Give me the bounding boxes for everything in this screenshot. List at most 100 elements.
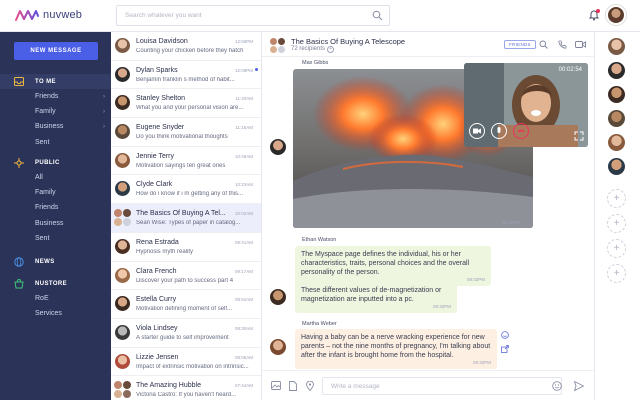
search-box — [116, 5, 390, 26]
contacts-rail: + + + + — [594, 32, 640, 400]
chat-title: The Basics Of Buying A Telescope — [291, 37, 406, 46]
avatar — [115, 181, 130, 197]
contact-avatar[interactable] — [608, 134, 625, 151]
chevron-right-icon: › — [103, 123, 105, 130]
location-pin-icon[interactable] — [306, 381, 314, 391]
avatar — [270, 139, 286, 155]
list-item[interactable]: Rena Estrada Hypnosis myth reality 09:41AM — [111, 233, 261, 262]
message-composer — [262, 370, 594, 400]
message-bubble[interactable]: The Myspace page defines the individual,… — [295, 246, 491, 286]
end-call-button[interactable] — [513, 123, 529, 139]
sidebar-item-business[interactable]: Business › — [0, 119, 111, 134]
sidebar-item-sent-public[interactable]: Sent — [0, 231, 111, 246]
contact-avatar[interactable] — [608, 158, 625, 175]
section-news: NEWS — [0, 254, 111, 269]
message-sender: Ethan Watson — [302, 237, 337, 243]
brand-name: nuvweb — [43, 9, 83, 21]
phone-icon[interactable] — [558, 40, 567, 49]
list-item[interactable]: Clara French Discover your path to succes… — [111, 262, 261, 291]
add-contact-button[interactable]: + — [607, 264, 626, 283]
list-item[interactable]: Louisa Davidson Counting your chicken bef… — [111, 32, 261, 61]
call-duration: 00:02:54 — [558, 67, 582, 73]
avatar — [115, 324, 130, 340]
search-icon[interactable] — [372, 10, 383, 21]
send-icon[interactable] — [574, 381, 584, 391]
sidebar-item-friends[interactable]: Friends › — [0, 89, 111, 104]
group-avatars — [270, 38, 288, 54]
video-call-icon[interactable] — [575, 40, 586, 49]
file-attach-icon[interactable] — [289, 381, 297, 391]
contact-avatar[interactable] — [608, 86, 625, 103]
conversation-list: Louisa Davidson Counting your chicken bef… — [111, 32, 262, 400]
list-item[interactable]: Lizzie Jensen Impact of extrinsic motivat… — [111, 348, 261, 377]
emoji-icon[interactable] — [552, 381, 562, 391]
message-input[interactable] — [322, 377, 562, 395]
section-public: PUBLIC All Family Friends Business Sent — [0, 155, 111, 246]
message-sender: Martha Weber — [302, 321, 337, 327]
add-recipient-icon[interactable]: + — [327, 46, 335, 53]
image-attach-icon[interactable] — [271, 381, 281, 390]
sidebar-item-friends-public[interactable]: Friends — [0, 200, 111, 215]
list-item[interactable]: Eugene Snyder Do you think motivational t… — [111, 118, 261, 147]
hangup-icon — [517, 129, 525, 133]
contact-avatar[interactable] — [608, 38, 625, 55]
sidebar-heading-news[interactable]: NEWS — [0, 254, 111, 269]
section-to-me: TO ME Friends › Family › Business › Sent — [0, 74, 111, 150]
avatar — [115, 296, 130, 312]
list-item[interactable]: The Amazing Hubble Victoria Castro: If yo… — [111, 376, 261, 400]
message-bubble[interactable]: Having a baby can be a nerve wracking ex… — [295, 329, 497, 369]
user-avatar[interactable] — [606, 5, 626, 25]
sidebar-heading-nustore[interactable]: NUSTORE — [0, 276, 111, 291]
chat-header: The Basics Of Buying A Telescope 72 reci… — [262, 32, 594, 57]
message-bubble[interactable]: These different values of de-magnetizati… — [295, 282, 457, 313]
list-item[interactable]: Dylan Sparks Benjamin franklin s method o… — [111, 61, 261, 90]
sidebar-item-roe[interactable]: RoE — [0, 291, 111, 306]
search-input[interactable] — [117, 6, 357, 25]
new-message-button[interactable]: NEW MESSAGE — [14, 42, 98, 60]
camera-toggle-button[interactable] — [469, 123, 485, 139]
section-nustore: NUSTORE RoE Services — [0, 276, 111, 321]
store-icon — [14, 278, 24, 289]
public-hub-icon — [14, 157, 24, 168]
video-call-window[interactable]: 00:02:54 — [464, 63, 588, 147]
sidebar-item-all[interactable]: All — [0, 170, 111, 185]
notification-dot — [596, 9, 600, 13]
sidebar-item-sent[interactable]: Sent — [0, 135, 111, 150]
friends-tag[interactable]: FRIENDS — [504, 40, 536, 49]
list-item-selected[interactable]: The Basics Of Buying A Tel... Sean Wise: … — [111, 204, 261, 233]
recipients-count[interactable]: 72 recipients + — [291, 46, 335, 53]
mute-button[interactable] — [491, 123, 507, 139]
sidebar-item-services[interactable]: Services — [0, 306, 111, 321]
list-item[interactable]: Viola Lindsey A starter guide to self imp… — [111, 319, 261, 348]
chevron-right-icon: › — [103, 93, 105, 100]
sidebar-heading-to-me[interactable]: TO ME — [0, 74, 111, 89]
contact-avatar[interactable] — [608, 110, 625, 127]
contact-avatar[interactable] — [608, 62, 625, 79]
list-item[interactable]: Jennie Terry Motivation sayings ten great… — [111, 147, 261, 176]
search-icon[interactable] — [539, 40, 548, 49]
logo-mark-icon — [15, 10, 39, 21]
list-item[interactable]: Clyde Clark How do i know if i m getting … — [111, 175, 261, 205]
top-bar: nuvweb — [0, 0, 640, 32]
avatar — [115, 267, 130, 283]
inbox-icon — [14, 77, 24, 87]
logo[interactable]: nuvweb — [14, 8, 82, 22]
emoji-react-icon[interactable] — [501, 331, 509, 339]
expand-icon[interactable] — [574, 131, 584, 141]
sidebar-item-family[interactable]: Family › — [0, 104, 111, 119]
sidebar-item-business-public[interactable]: Business — [0, 216, 111, 231]
share-icon[interactable] — [501, 345, 509, 353]
chevron-right-icon: › — [103, 108, 105, 115]
sidebar-heading-public[interactable]: PUBLIC — [0, 155, 111, 170]
add-contact-button[interactable]: + — [607, 239, 626, 258]
add-contact-button[interactable]: + — [607, 189, 626, 208]
avatar — [115, 152, 130, 168]
avatar — [115, 66, 130, 82]
list-item[interactable]: Stanley Shelton What you and your persona… — [111, 89, 261, 119]
avatar — [115, 95, 130, 111]
list-item[interactable]: Estella Curry Motivation defining moment … — [111, 290, 261, 319]
add-contact-button[interactable]: + — [607, 214, 626, 233]
camera-icon — [473, 128, 481, 134]
sidebar-item-family-public[interactable]: Family — [0, 185, 111, 200]
avatar — [115, 124, 130, 140]
